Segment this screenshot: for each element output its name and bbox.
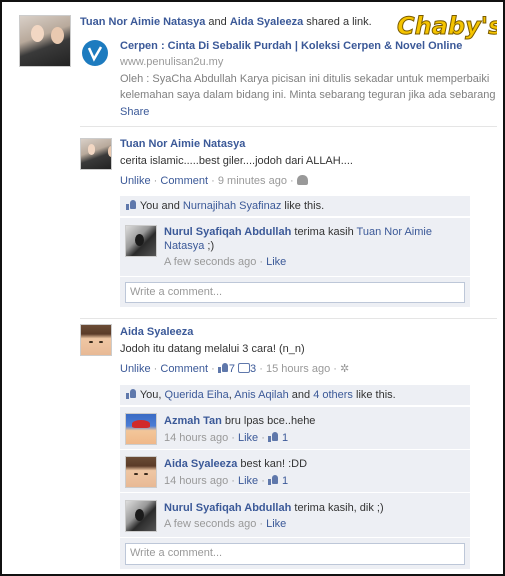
post1-avatar[interactable] bbox=[80, 138, 112, 170]
divider bbox=[80, 318, 497, 319]
post1-reply: Nurul Syafiqah Abdullah terima kasih Tua… bbox=[120, 218, 470, 277]
reply-author[interactable]: Nurul Syafiqah Abdullah bbox=[164, 226, 291, 238]
post2-author[interactable]: Aida Syaleeza bbox=[120, 326, 193, 338]
liker-link[interactable]: Querida Eiha bbox=[165, 389, 229, 401]
like-icon bbox=[126, 389, 137, 399]
post1-unlike[interactable]: Unlike bbox=[120, 175, 151, 187]
reply-avatar[interactable] bbox=[125, 500, 157, 532]
reply-suffix: ;) bbox=[204, 240, 215, 252]
post2-actions: Unlike · Comment · 7 3 · 15 hours ago · … bbox=[120, 363, 350, 375]
post1-comment[interactable]: Comment bbox=[160, 175, 208, 187]
post1-actions: Unlike · Comment · 9 minutes ago · bbox=[120, 175, 308, 187]
story-header: Tuan Nor Aimie Natasya and Aida Syaleeza… bbox=[80, 16, 372, 28]
share-link[interactable]: Share bbox=[120, 106, 149, 118]
actor1-link[interactable]: Tuan Nor Aimie Natasya bbox=[80, 16, 205, 28]
gear-icon[interactable]: ✲ bbox=[340, 363, 349, 375]
post2-comment-input[interactable]: Write a comment... bbox=[125, 543, 465, 565]
reply-time[interactable]: A few seconds ago bbox=[164, 518, 256, 530]
post2-time[interactable]: 15 hours ago bbox=[266, 363, 330, 375]
post1-likes-bar: You and Nurnajihah Syafinaz like this. bbox=[120, 196, 470, 217]
reply-line1: Nurul Syafiqah Abdullah terima kasih Tua… bbox=[164, 226, 432, 238]
like-icon bbox=[217, 363, 229, 373]
and-text: and bbox=[208, 16, 227, 28]
post2-reply: Nurul Syafiqah Abdullah terima kasih, di… bbox=[120, 493, 470, 538]
liker-link[interactable]: Nurnajihah Syafinaz bbox=[183, 200, 281, 212]
feed-story: Tuan Nor Aimie Natasya and Aida Syaleeza… bbox=[0, 0, 505, 576]
post2-unlike[interactable]: Unlike bbox=[120, 363, 151, 375]
reply-author[interactable]: Nurul Syafiqah Abdullah bbox=[164, 502, 291, 514]
reply-like-count[interactable]: 1 bbox=[267, 432, 288, 444]
link-description-line1: Oleh : SyaCha Abdullah Karya picisan ini… bbox=[120, 73, 490, 85]
reply-mention-cont[interactable]: Natasya bbox=[164, 240, 204, 252]
reply-author[interactable]: Azmah Tan bbox=[164, 415, 222, 427]
divider bbox=[80, 126, 497, 127]
story-avatar[interactable] bbox=[19, 15, 71, 67]
post2-comment[interactable]: Comment bbox=[160, 363, 208, 375]
actor2-link[interactable]: Aida Syaleeza bbox=[230, 16, 303, 28]
reply-avatar[interactable] bbox=[125, 413, 157, 445]
reply-like[interactable]: Like bbox=[266, 518, 286, 530]
reply-like[interactable]: Like bbox=[266, 256, 286, 268]
comment-bubble-icon[interactable] bbox=[238, 363, 251, 373]
link-description-line2: kelemahan saya dalam bidang ini. Minta s… bbox=[120, 89, 496, 101]
likes-you: You, bbox=[139, 389, 165, 401]
likes-text: You and bbox=[139, 200, 183, 212]
likes-others-link[interactable]: 4 others bbox=[313, 389, 353, 401]
post2-reply: Aida Syaleeza best kan! :DD 14 hours ago… bbox=[120, 450, 470, 493]
post2-comment-count[interactable]: 3 bbox=[250, 363, 256, 375]
likes-and: and bbox=[288, 389, 314, 401]
chabys-logo-text: Chaby's bbox=[397, 12, 497, 40]
like-icon bbox=[126, 200, 137, 210]
post2-avatar[interactable] bbox=[80, 324, 112, 356]
reply-time[interactable]: 14 hours ago bbox=[164, 432, 228, 444]
like-icon bbox=[267, 475, 279, 485]
like-icon bbox=[267, 432, 279, 442]
post2-reply: Azmah Tan bru lpas bce..hehe 14 hours ag… bbox=[120, 407, 470, 450]
chabys-logo: Chaby's bbox=[397, 12, 498, 41]
action-text: shared a link. bbox=[306, 16, 372, 28]
reply-time[interactable]: 14 hours ago bbox=[164, 475, 228, 487]
reply-text: terima kasih bbox=[291, 226, 357, 238]
link-title[interactable]: Cerpen : Cinta Di Sebalik Purdah | Kolek… bbox=[120, 40, 462, 52]
likes-suffix: like this. bbox=[281, 200, 325, 212]
reply-like[interactable]: Like bbox=[238, 475, 258, 487]
site-logo-icon[interactable] bbox=[82, 40, 108, 66]
reply-text: best kan! :DD bbox=[237, 458, 308, 470]
post1-text: cerita islamic.....best giler....jodoh d… bbox=[120, 155, 353, 167]
link-domain: www.penulisan2u.my bbox=[120, 56, 224, 68]
post1-comment-input[interactable]: Write a comment... bbox=[125, 282, 465, 303]
reply-like[interactable]: Like bbox=[238, 432, 258, 444]
reply-author[interactable]: Aida Syaleeza bbox=[164, 458, 237, 470]
reply-text: bru lpas bce..hehe bbox=[221, 415, 316, 427]
reply-like-count[interactable]: 1 bbox=[267, 475, 288, 487]
liker-link[interactable]: Anis Aqilah bbox=[234, 389, 288, 401]
friends-icon bbox=[296, 175, 308, 185]
post2-text: Jodoh itu datang melalui 3 cara! (n_n) bbox=[120, 343, 305, 355]
reply-text: terima kasih, dik ;) bbox=[291, 502, 384, 514]
post2-like-count[interactable]: 7 bbox=[217, 363, 235, 375]
reply-avatar[interactable] bbox=[125, 456, 157, 488]
reply-avatar[interactable] bbox=[125, 225, 157, 257]
post2-likes-bar: You, Querida Eiha, Anis Aqilah and 4 oth… bbox=[120, 385, 470, 406]
likes-suffix: like this. bbox=[352, 389, 396, 401]
reply-time[interactable]: A few seconds ago bbox=[164, 256, 256, 268]
reply-mention[interactable]: Tuan Nor Aimie bbox=[357, 226, 432, 238]
post1-time[interactable]: 9 minutes ago bbox=[218, 175, 287, 187]
post1-author[interactable]: Tuan Nor Aimie Natasya bbox=[120, 138, 245, 150]
